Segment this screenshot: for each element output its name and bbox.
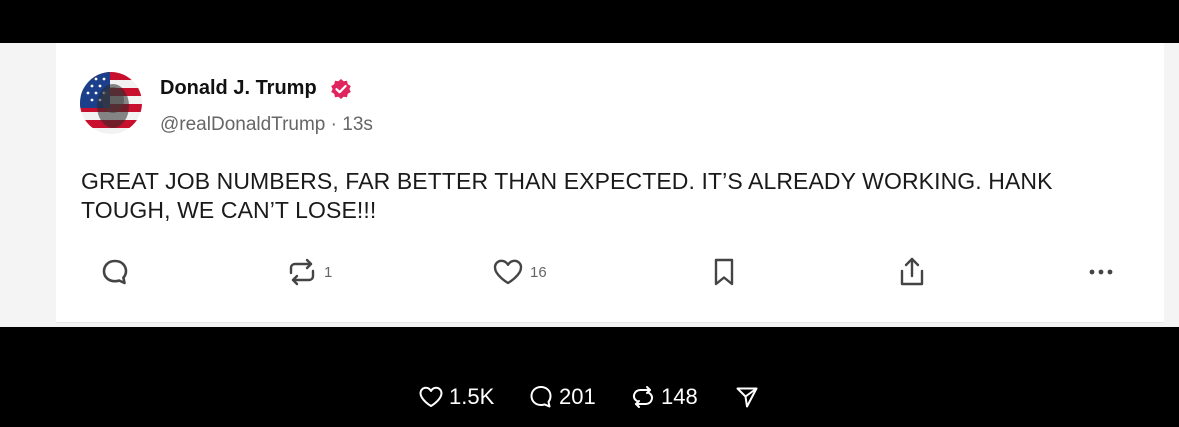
post-card: Donald J. Trump @realDonaldTrump · 13s G… bbox=[0, 43, 1179, 327]
overlay-like-count: 1.5K bbox=[449, 384, 495, 409]
bookmark-button[interactable] bbox=[712, 255, 736, 289]
post-time[interactable]: 13s bbox=[342, 114, 373, 135]
bookmark-icon bbox=[714, 258, 734, 286]
like-button[interactable]: 16 bbox=[492, 255, 547, 289]
avatar-image bbox=[80, 72, 142, 134]
overlay-repost-stat[interactable]: 148 bbox=[630, 380, 698, 414]
share-icon bbox=[900, 257, 924, 286]
reply-button[interactable] bbox=[100, 255, 130, 289]
overlay-like-stat[interactable]: 1.5K bbox=[418, 380, 494, 414]
author-name[interactable]: Donald J. Trump bbox=[160, 77, 317, 100]
overlay-comment-count: 201 bbox=[559, 384, 596, 409]
overlay-stats-bar: 1.5K 201 148 bbox=[0, 380, 1179, 414]
repost-button[interactable]: 1 bbox=[286, 255, 332, 289]
like-icon bbox=[493, 259, 523, 285]
post-text: GREAT JOB NUMBERS, FAR BETTER THAN EXPEC… bbox=[81, 168, 1053, 223]
send-icon bbox=[736, 387, 758, 408]
reply-icon bbox=[102, 259, 128, 285]
share-button[interactable] bbox=[898, 255, 926, 289]
heart-icon bbox=[419, 386, 443, 407]
reshare-icon bbox=[632, 386, 654, 408]
author-handle-line: @realDonaldTrump · 13s bbox=[160, 114, 373, 136]
more-icon bbox=[1089, 269, 1113, 275]
repost-count: 1 bbox=[324, 263, 333, 281]
repost-icon bbox=[289, 258, 315, 286]
avatar[interactable] bbox=[80, 72, 142, 134]
comment-icon bbox=[530, 386, 552, 408]
more-options-button[interactable] bbox=[1086, 255, 1116, 289]
verified-badge-icon bbox=[331, 79, 351, 99]
handle-separator: · bbox=[330, 114, 337, 135]
author-handle[interactable]: @realDonaldTrump bbox=[160, 114, 325, 135]
overlay-repost-count: 148 bbox=[661, 384, 698, 409]
post-container: Donald J. Trump @realDonaldTrump · 13s G… bbox=[56, 43, 1164, 323]
overlay-comment-stat[interactable]: 201 bbox=[528, 380, 596, 414]
overlay-send-button[interactable] bbox=[734, 380, 760, 414]
like-count: 16 bbox=[530, 263, 547, 281]
